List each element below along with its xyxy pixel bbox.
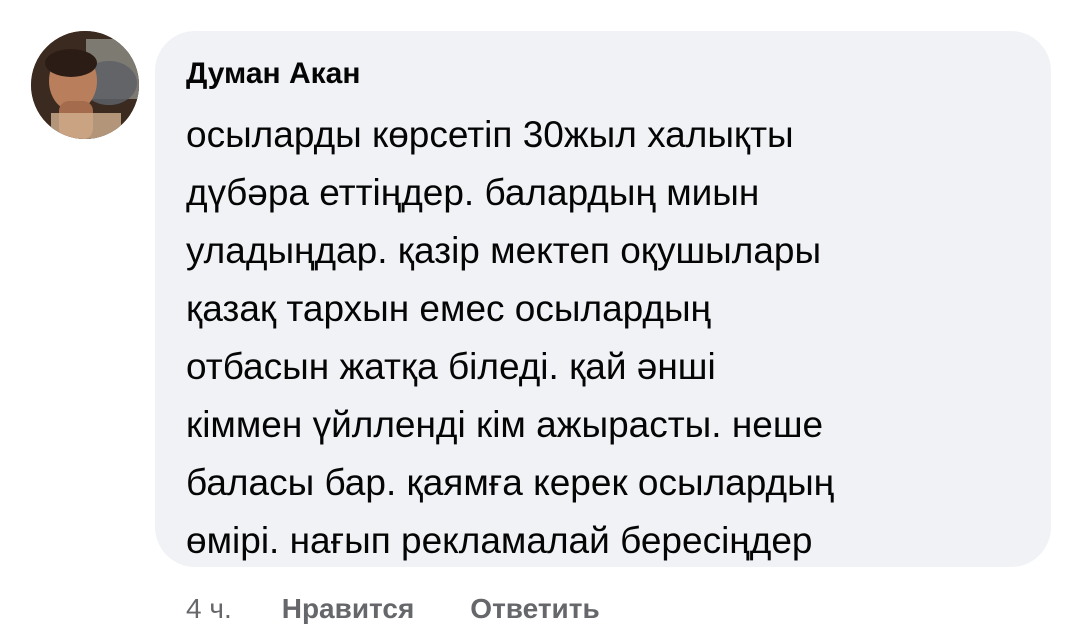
like-button[interactable]: Нравится (282, 592, 415, 626)
comment-author-name[interactable]: Думан Акан (186, 56, 360, 92)
comment-text-line: дүбәра еттіңдер. балардың миын (186, 172, 760, 213)
comment-actions: 4 ч. Нравится Ответить (186, 592, 656, 626)
comment-text-line: осыларды көрсетіп 30жыл халықты (186, 114, 794, 155)
comment-text-line: кіммен үйлленді кім ажырасты. неше (186, 404, 824, 445)
avatar-photo-icon (31, 31, 139, 139)
comment-body: осыларды көрсетіп 30жыл халықты дүбәра е… (186, 106, 834, 570)
comment-text-line: баласы бар. қаямға керек осылардың (186, 462, 835, 503)
comment-text-line: уладыңдар. қазір мектеп оқушылары (186, 230, 822, 271)
author-avatar[interactable] (31, 31, 139, 139)
comment-text-line: қазақ тархын емес осылардың (186, 288, 711, 329)
reply-button[interactable]: Ответить (470, 592, 599, 626)
comment-timestamp[interactable]: 4 ч. (186, 592, 232, 626)
comment-text-line: өмірі. нағып рекламалай бересіңдер (186, 520, 813, 561)
comment-text-line: отбасын жатқа біледі. қай әнші (186, 346, 716, 387)
